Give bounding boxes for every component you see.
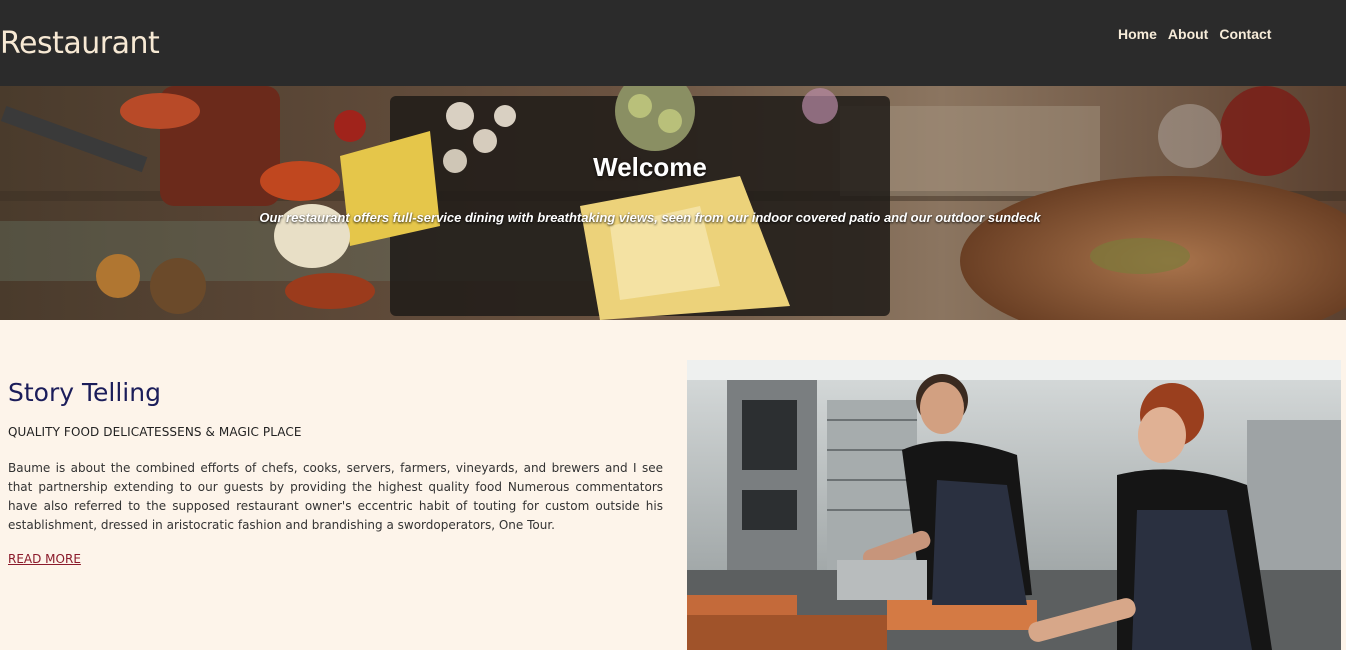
kitchen-chefs-image [687, 360, 1341, 650]
nav-about-link[interactable]: About [1168, 24, 1208, 44]
nav-home-link[interactable]: Home [1118, 24, 1157, 44]
story-tagline: QUALITY FOOD DELICATESSENS & MAGIC PLACE [8, 425, 302, 439]
hero-food-image [0, 86, 1346, 320]
brand-logo[interactable]: Restaurant [0, 24, 160, 64]
hero-banner: Welcome Our restaurant offers full-servi… [0, 86, 1346, 320]
nav-contact-link[interactable]: Contact [1219, 24, 1271, 44]
story-section: Story Telling QUALITY FOOD DELICATESSENS… [8, 376, 663, 567]
kitchen-photo [687, 360, 1341, 650]
site-header: Restaurant Home About Contact [0, 0, 1346, 86]
hero-subtitle: Our restaurant offers full-service dinin… [259, 210, 1041, 225]
main-nav: Home About Contact [1118, 24, 1271, 44]
story-body: Baume is about the combined efforts of c… [8, 461, 663, 532]
hero-title: Welcome [593, 152, 707, 182]
read-more-link[interactable]: READ MORE [8, 552, 81, 566]
story-title: Story Telling [8, 378, 161, 407]
